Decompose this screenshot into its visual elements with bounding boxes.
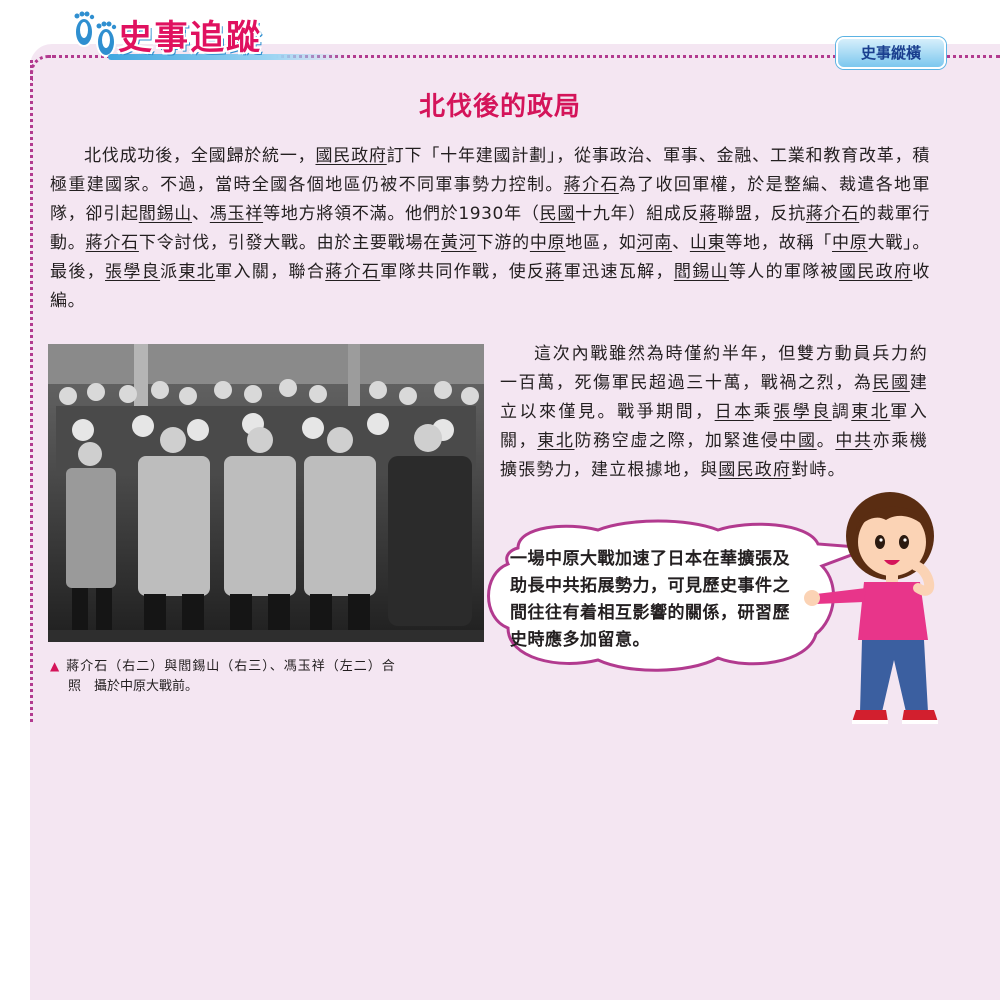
text-run: 十九年）組成反 bbox=[575, 204, 700, 224]
text-run: 等人的軍隊被 bbox=[728, 262, 839, 282]
proper-noun: 中國 bbox=[779, 431, 817, 451]
proper-noun: 閻錫山 bbox=[673, 262, 729, 282]
proper-noun: 中原 bbox=[832, 233, 868, 253]
text-run: 派 bbox=[160, 262, 179, 282]
text-run: 乘 bbox=[753, 402, 774, 422]
triangle-icon: ▲ bbox=[50, 659, 61, 673]
section-title: 史事追蹤 bbox=[118, 18, 262, 58]
text-run: 聯盟，反抗 bbox=[717, 204, 806, 224]
proper-noun: 中共 bbox=[835, 431, 873, 451]
proper-noun: 東北 bbox=[178, 262, 216, 282]
proper-noun: 東北 bbox=[851, 402, 891, 422]
proper-noun: 國民政府 bbox=[718, 460, 792, 480]
text-run: 軍隊共同作戰，使反 bbox=[380, 262, 546, 282]
text-run: 等地方將領不滿。他們於1930年（ bbox=[263, 204, 540, 224]
dotted-border-left bbox=[30, 60, 33, 722]
article-title: 北伐後的政局 bbox=[418, 92, 581, 122]
proper-noun: 張學良 bbox=[105, 262, 161, 282]
text-run: 軍入關，聯合 bbox=[215, 262, 326, 282]
proper-noun: 張學良 bbox=[773, 402, 832, 422]
proper-noun: 蔣介石 bbox=[563, 175, 619, 195]
proper-noun: 山東 bbox=[689, 233, 726, 253]
text-run: 。 bbox=[816, 431, 836, 451]
proper-noun: 蔣介石 bbox=[325, 262, 381, 282]
text-run: 地區，如 bbox=[565, 233, 637, 253]
proper-noun: 東北 bbox=[537, 431, 575, 451]
proper-noun: 蔣 bbox=[545, 262, 564, 282]
proper-noun: 馮玉祥 bbox=[209, 204, 264, 224]
proper-noun: 閻錫山 bbox=[138, 204, 193, 224]
section-tab[interactable]: 史事縱橫 bbox=[836, 37, 946, 69]
proper-noun: 蔣 bbox=[699, 204, 718, 224]
text-run: 等地，故稱「 bbox=[725, 233, 833, 253]
proper-noun: 日本 bbox=[714, 402, 754, 422]
text-run: 這次內戰雖然為時僅約半年，但雙方動員兵力約一百萬，死傷軍民超過三十萬，戰禍之烈，… bbox=[500, 344, 928, 393]
text-run: 調 bbox=[831, 402, 852, 422]
proper-noun: 國民政府 bbox=[315, 146, 387, 166]
caption-line-1: ▲ 蔣介石（右二）與閻錫山（右三）、馮玉祥（左二）合 bbox=[50, 656, 480, 677]
proper-noun: 民國 bbox=[539, 204, 576, 224]
text-run: 軍迅速瓦解， bbox=[563, 262, 674, 282]
text-run: 、 bbox=[192, 204, 210, 224]
proper-noun: 蔣介石 bbox=[805, 204, 860, 224]
proper-noun: 民國 bbox=[872, 373, 910, 393]
text-run: 下游的 bbox=[476, 233, 530, 253]
speech-bubble-text: 一場中原大戰加速了日本在華擴張及助長中共拓展勢力，可見歷史事件之間往往有着相互影… bbox=[510, 549, 790, 650]
proper-noun: 蔣介石 bbox=[85, 233, 139, 253]
text-run: 、 bbox=[672, 233, 690, 253]
text-run: 北伐成功後，全國歸於統一， bbox=[84, 146, 316, 166]
caption-line-2: 照 攝於中原大戰前。 bbox=[68, 679, 199, 694]
text-run: 下令討伐，引發大戰。由於主要戰場在 bbox=[138, 233, 441, 253]
photo-caption: ▲ 蔣介石（右二）與閻錫山（右三）、馮玉祥（左二）合 照 攝於中原大戰前。 bbox=[50, 656, 480, 697]
article-paragraph-1: 北伐成功後，全國歸於統一，國民政府訂下「十年建國計劃」，從事政治、軍事、金融、工… bbox=[50, 142, 930, 316]
proper-noun: 河南 bbox=[636, 233, 673, 253]
text-run: 防務空虛之際，加緊進侵 bbox=[574, 431, 780, 451]
proper-noun: 國民政府 bbox=[838, 262, 913, 282]
proper-noun: 黃河 bbox=[441, 233, 477, 253]
caption-text-1: 蔣介石（右二）與閻錫山（右三）、馮玉祥（左二）合 bbox=[66, 659, 396, 674]
proper-noun: 中原 bbox=[529, 233, 566, 253]
historical-photo bbox=[48, 344, 484, 642]
article-paragraph-2: 這次內戰雖然為時僅約半年，但雙方動員兵力約一百萬，死傷軍民超過三十萬，戰禍之烈，… bbox=[500, 340, 928, 485]
text-run: 對峙。 bbox=[791, 460, 846, 480]
girl-character-icon bbox=[804, 492, 938, 724]
